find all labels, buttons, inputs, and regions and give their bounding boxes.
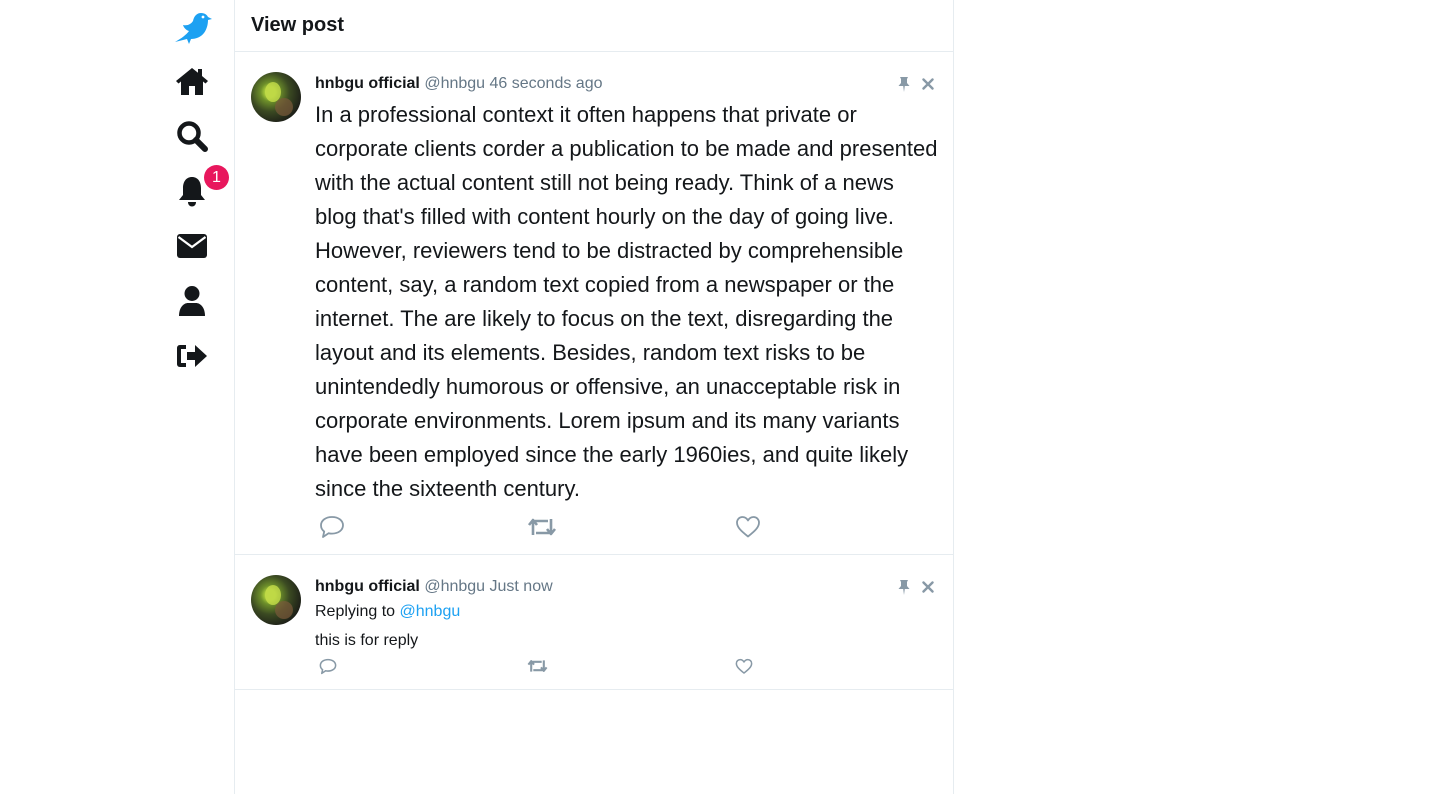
pin-icon[interactable] bbox=[897, 579, 911, 595]
avatar[interactable] bbox=[251, 575, 301, 625]
retweet-icon[interactable] bbox=[527, 512, 557, 542]
home-icon[interactable] bbox=[170, 59, 214, 103]
close-icon[interactable] bbox=[921, 579, 935, 595]
reply-meta: hnbgu official @hnbgu Just now bbox=[315, 575, 937, 599]
post-actions bbox=[315, 512, 937, 542]
close-icon[interactable] bbox=[921, 76, 935, 92]
search-icon[interactable] bbox=[170, 114, 214, 158]
replying-label: Replying to bbox=[315, 603, 396, 620]
comment-icon[interactable] bbox=[319, 655, 337, 677]
bird-logo-icon[interactable] bbox=[170, 4, 214, 48]
author-name[interactable]: hnbgu official bbox=[315, 75, 420, 92]
author-handle[interactable]: @hnbgu bbox=[424, 75, 485, 92]
post-time: Just now bbox=[489, 578, 553, 595]
author-name[interactable]: hnbgu official bbox=[315, 578, 420, 595]
heart-icon[interactable] bbox=[735, 512, 761, 542]
page-header: View post bbox=[235, 0, 953, 52]
post[interactable]: hnbgu official @hnbgu 46 seconds ago In … bbox=[235, 52, 953, 555]
reply-actions bbox=[315, 655, 937, 677]
reply-post[interactable]: hnbgu official @hnbgu Just now Replying … bbox=[235, 555, 953, 690]
pin-icon[interactable] bbox=[897, 76, 911, 92]
post-tools bbox=[897, 76, 935, 92]
reply-text: this is for reply bbox=[315, 632, 419, 649]
bell-icon[interactable]: 1 bbox=[170, 165, 229, 213]
heart-icon[interactable] bbox=[735, 655, 753, 677]
author-handle[interactable]: @hnbgu bbox=[424, 578, 485, 595]
avatar[interactable] bbox=[251, 72, 301, 122]
notification-badge: 1 bbox=[204, 165, 229, 190]
sidebar: 1 bbox=[160, 0, 234, 794]
mention-link[interactable]: @hnbgu bbox=[400, 603, 461, 620]
retweet-icon[interactable] bbox=[527, 655, 548, 677]
post-tools bbox=[897, 579, 935, 595]
post-text: In a professional context it often happe… bbox=[315, 102, 938, 501]
page-title: View post bbox=[251, 14, 344, 36]
main-column: View post hnbgu official @hnbgu 46 secon… bbox=[234, 0, 954, 794]
sign-out-icon[interactable] bbox=[170, 334, 214, 378]
replying-to: Replying to @hnbgu bbox=[315, 599, 937, 625]
envelope-icon[interactable] bbox=[170, 224, 214, 268]
user-icon[interactable] bbox=[170, 279, 214, 323]
comment-icon[interactable] bbox=[319, 512, 345, 542]
post-time: 46 seconds ago bbox=[489, 75, 603, 92]
post-meta: hnbgu official @hnbgu 46 seconds ago bbox=[315, 72, 937, 96]
